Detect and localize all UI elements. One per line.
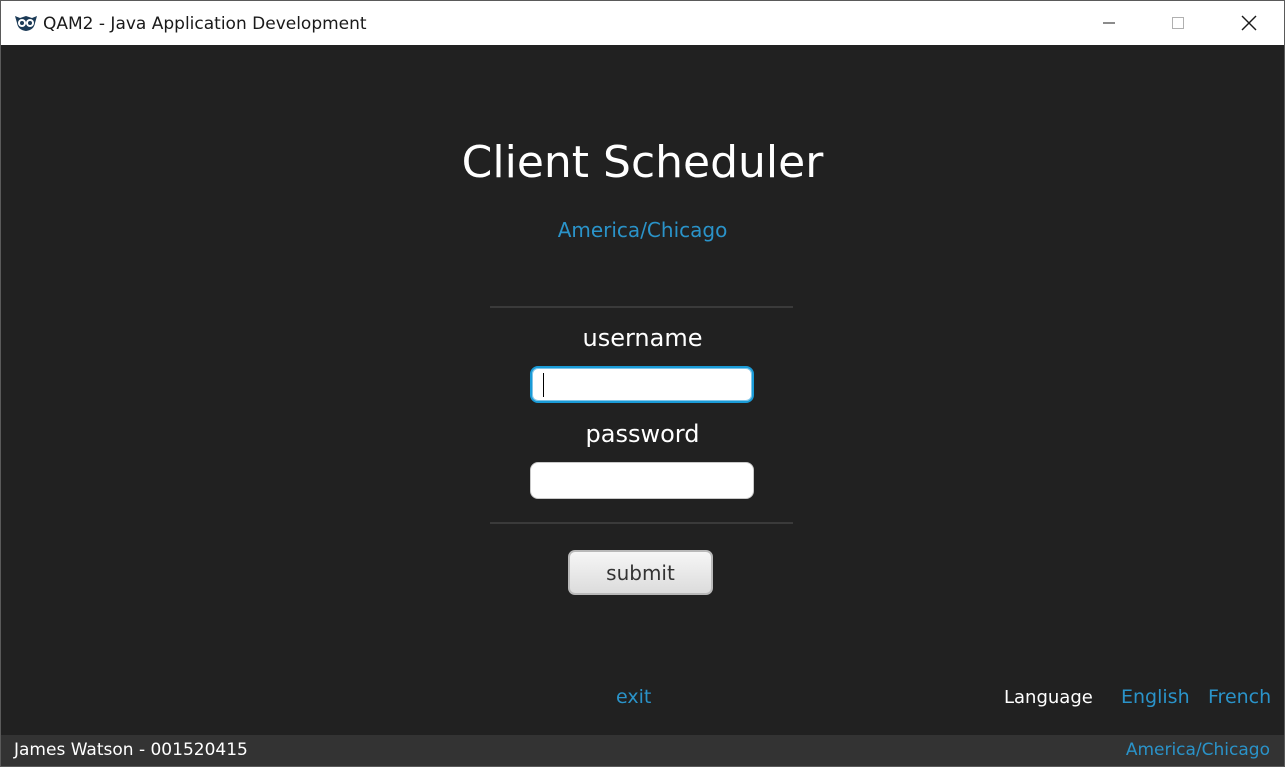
- password-label: password: [585, 420, 700, 448]
- close-icon: [1241, 15, 1257, 31]
- status-timezone: America/Chicago: [1125, 740, 1270, 760]
- status-user-info: James Watson - 001520415: [14, 740, 248, 760]
- owl-icon: [15, 16, 37, 31]
- language-label: Language: [1004, 687, 1093, 708]
- timezone-label: America/Chicago: [557, 218, 728, 242]
- username-input[interactable]: [530, 366, 754, 403]
- form-divider-bottom: [490, 522, 793, 524]
- close-button[interactable]: [1214, 1, 1284, 45]
- maximize-icon: [1172, 17, 1184, 29]
- window-title: QAM2 - Java Application Development: [43, 14, 367, 34]
- maximize-button[interactable]: [1143, 1, 1213, 45]
- submit-button[interactable]: submit: [568, 550, 713, 595]
- login-panel: Client Scheduler America/Chicago usernam…: [1, 45, 1284, 735]
- minimize-button[interactable]: [1074, 1, 1144, 45]
- app-window: QAM2 - Java Application Development Clie…: [0, 0, 1285, 767]
- username-label: username: [582, 324, 703, 352]
- page-title: Client Scheduler: [461, 137, 824, 188]
- form-divider-top: [490, 306, 793, 308]
- status-bar: James Watson - 001520415 America/Chicago: [1, 735, 1284, 766]
- language-french-link[interactable]: French: [1208, 684, 1271, 710]
- minimize-icon: [1103, 22, 1115, 24]
- text-cursor: [543, 373, 544, 397]
- password-input[interactable]: [530, 462, 754, 499]
- exit-link[interactable]: exit: [616, 684, 651, 710]
- title-bar[interactable]: QAM2 - Java Application Development: [1, 1, 1284, 45]
- language-english-link[interactable]: English: [1121, 684, 1190, 710]
